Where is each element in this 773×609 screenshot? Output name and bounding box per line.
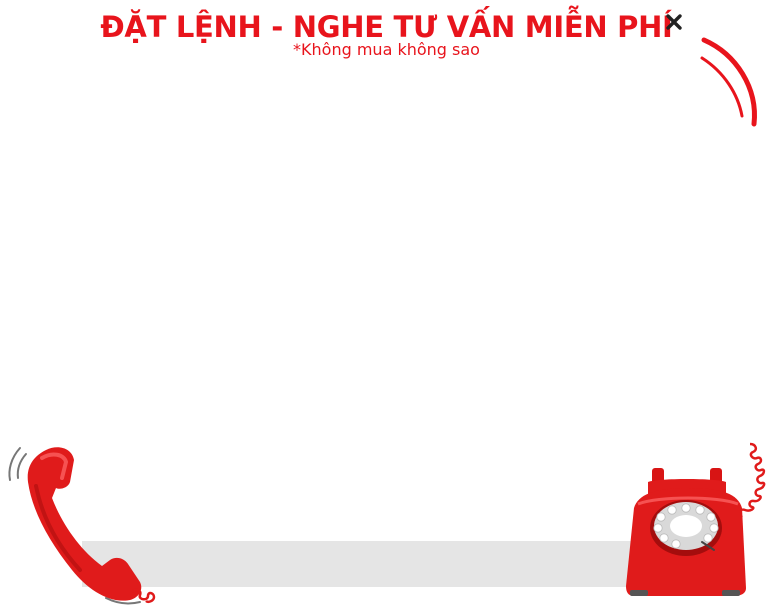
popup-subtitle: *Không mua không sao [293, 40, 480, 59]
close-icon [666, 14, 682, 30]
ring-waves-icon [700, 37, 757, 127]
ringing-handset-icon [8, 447, 156, 605]
bottom-bar [82, 541, 644, 587]
close-button[interactable] [662, 10, 686, 34]
rotary-phone-icon [626, 442, 766, 596]
